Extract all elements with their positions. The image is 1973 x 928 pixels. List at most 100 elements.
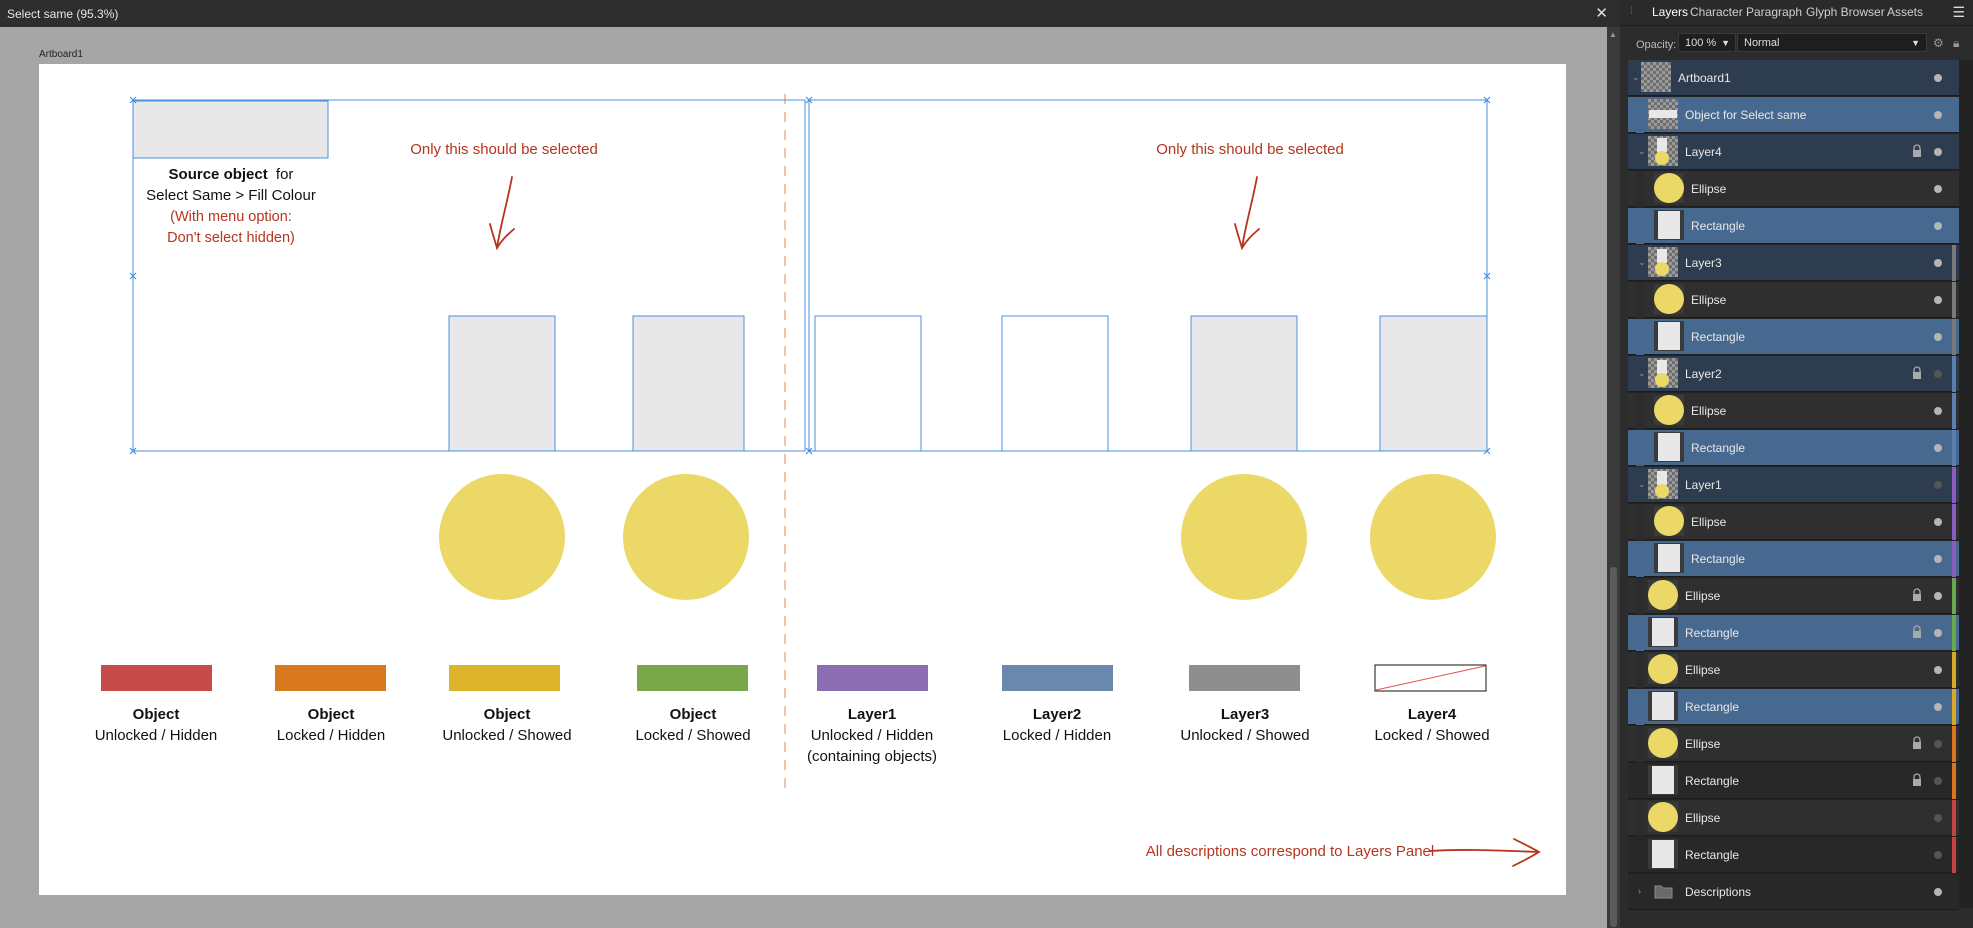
visibility-toggle[interactable] <box>1934 777 1942 785</box>
lock-icon[interactable] <box>1912 588 1922 602</box>
visibility-toggle[interactable] <box>1934 851 1942 859</box>
visibility-toggle[interactable] <box>1934 111 1942 119</box>
layer-row[interactable]: Ellipse <box>1628 578 1959 614</box>
lock-icon[interactable] <box>1912 736 1922 750</box>
rectangle-thumbnail-icon <box>1654 543 1684 573</box>
tab-layers[interactable]: Layers <box>1647 0 1693 25</box>
layer-name: Ellipse <box>1691 515 1727 529</box>
layer-row[interactable]: ⌄ Layer3 <box>1628 245 1959 281</box>
visibility-toggle[interactable] <box>1934 740 1942 748</box>
visibility-toggle[interactable] <box>1934 518 1942 526</box>
layer-row[interactable]: Ellipse <box>1628 393 1959 429</box>
layer-row[interactable]: Ellipse <box>1628 282 1959 318</box>
visibility-toggle[interactable] <box>1934 333 1942 341</box>
selection-marker <box>1636 430 1644 466</box>
chevron-right-icon[interactable]: › <box>1638 886 1641 896</box>
layer-row[interactable]: Rectangle <box>1628 541 1959 577</box>
only-selected-left: Only this should be selected <box>410 141 598 158</box>
tab-paragraph[interactable]: Paragraph <box>1746 5 1802 19</box>
blend-mode-select[interactable]: Normal ▼ <box>1737 33 1927 52</box>
legend-swatch-1 <box>101 665 212 691</box>
visibility-toggle[interactable] <box>1934 481 1942 489</box>
visibility-toggle[interactable] <box>1934 703 1942 711</box>
chevron-down-icon[interactable]: ⌄ <box>1638 257 1646 268</box>
layer-row[interactable]: Rectangle <box>1628 837 1959 873</box>
layer-row[interactable]: Rectangle <box>1628 763 1959 799</box>
lock-icon[interactable] <box>1912 144 1922 158</box>
gear-icon[interactable]: ⚙ <box>1933 36 1944 50</box>
close-icon[interactable]: ✕ <box>1595 4 1608 22</box>
layer-row[interactable]: Rectangle <box>1628 208 1959 244</box>
visibility-toggle[interactable] <box>1934 74 1942 82</box>
layer-color-tag <box>1952 652 1956 688</box>
layer-row[interactable]: Rectangle <box>1628 615 1959 651</box>
lock-icon[interactable] <box>1912 773 1922 787</box>
visibility-toggle[interactable] <box>1934 666 1942 674</box>
layer-name: Layer3 <box>1685 256 1722 270</box>
visibility-toggle[interactable] <box>1934 148 1942 156</box>
selection-marker <box>1636 208 1644 244</box>
selection-marker <box>1636 393 1644 429</box>
layer-row[interactable]: Rectangle <box>1628 689 1959 725</box>
lock-icon[interactable]: 🔒︎ <box>1953 36 1959 51</box>
layer-row[interactable]: Ellipse <box>1628 652 1959 688</box>
visibility-toggle[interactable] <box>1934 888 1942 896</box>
layer-name: Rectangle <box>1691 552 1746 566</box>
tab-assets[interactable]: Assets <box>1887 5 1923 19</box>
layer-row[interactable]: ⌄ Layer2 <box>1628 356 1959 392</box>
layer-name: Rectangle <box>1685 626 1740 640</box>
layer-row[interactable]: ⌄ Layer4 <box>1628 134 1959 170</box>
lock-icon[interactable] <box>1912 366 1922 380</box>
panel-menu-icon[interactable]: ☰ <box>1952 4 1965 21</box>
rectangle-layer3 <box>1190 315 1298 452</box>
chevron-down-icon[interactable]: ⌄ <box>1632 72 1640 83</box>
visibility-toggle[interactable] <box>1934 592 1942 600</box>
menu-option-line2: Don't select hidden) <box>167 230 295 246</box>
layer-row[interactable]: Ellipse <box>1628 171 1959 207</box>
layer-row[interactable]: Ellipse <box>1628 504 1959 540</box>
visibility-toggle[interactable] <box>1934 370 1942 378</box>
selection-marker <box>1636 578 1644 614</box>
layer-color-tag <box>1952 726 1956 762</box>
layer-row[interactable]: Object for Select same <box>1628 97 1959 133</box>
layer-row[interactable]: Rectangle <box>1628 319 1959 355</box>
tab-glyph-browser[interactable]: Glyph Browser <box>1806 5 1885 19</box>
drag-grip-icon[interactable]: ⁞ <box>1630 6 1633 17</box>
vertical-scrollbar[interactable]: ▲ <box>1607 27 1620 928</box>
visibility-toggle[interactable] <box>1934 296 1942 304</box>
layer-row[interactable]: Ellipse <box>1628 800 1959 836</box>
arrowhead-left-icon <box>489 223 515 251</box>
legend-desc-8: Locked / Showed <box>1374 727 1489 744</box>
chevron-down-icon[interactable]: ⌄ <box>1638 146 1646 157</box>
blend-mode-value: Normal <box>1744 37 1780 49</box>
rectangle-thumbnail-icon <box>1654 432 1684 462</box>
ellipse-thumbnail-icon <box>1654 395 1684 425</box>
layer-name: Ellipse <box>1685 663 1721 677</box>
visibility-toggle[interactable] <box>1934 185 1942 193</box>
artboard[interactable]: Source object for Select Same > Fill Col… <box>39 64 1566 895</box>
lock-icon[interactable] <box>1912 625 1922 639</box>
tab-character[interactable]: Character <box>1690 5 1743 19</box>
visibility-toggle[interactable] <box>1934 555 1942 563</box>
layer-row[interactable]: Ellipse <box>1628 726 1959 762</box>
opacity-field[interactable]: 100 % ▼ <box>1678 33 1736 52</box>
scroll-up-icon[interactable]: ▲ <box>1609 30 1617 39</box>
ellipse-thumbnail-icon <box>1654 284 1684 314</box>
visibility-toggle[interactable] <box>1934 444 1942 452</box>
visibility-toggle[interactable] <box>1934 222 1942 230</box>
layer-row[interactable]: ⌄ Layer1 <box>1628 467 1959 503</box>
document-title-bar: Select same (95.3%) ✕ <box>0 0 1620 27</box>
layer-row[interactable]: Rectangle <box>1628 430 1959 466</box>
scrollbar-thumb[interactable] <box>1610 567 1617 927</box>
visibility-toggle[interactable] <box>1934 629 1942 637</box>
visibility-toggle[interactable] <box>1934 814 1942 822</box>
layer-row[interactable]: ⌄ Artboard1 <box>1628 60 1959 96</box>
visibility-toggle[interactable] <box>1934 407 1942 415</box>
artboard-canvas[interactable]: Source object for Select Same > Fill Col… <box>39 64 1566 895</box>
chevron-down-icon[interactable]: ⌄ <box>1638 368 1646 379</box>
visibility-toggle[interactable] <box>1934 259 1942 267</box>
layer-color-tag <box>1952 467 1956 503</box>
chevron-down-icon[interactable]: ⌄ <box>1638 479 1646 490</box>
layer-row[interactable]: › Descriptions <box>1628 874 1959 910</box>
selection-marker <box>1636 319 1644 355</box>
